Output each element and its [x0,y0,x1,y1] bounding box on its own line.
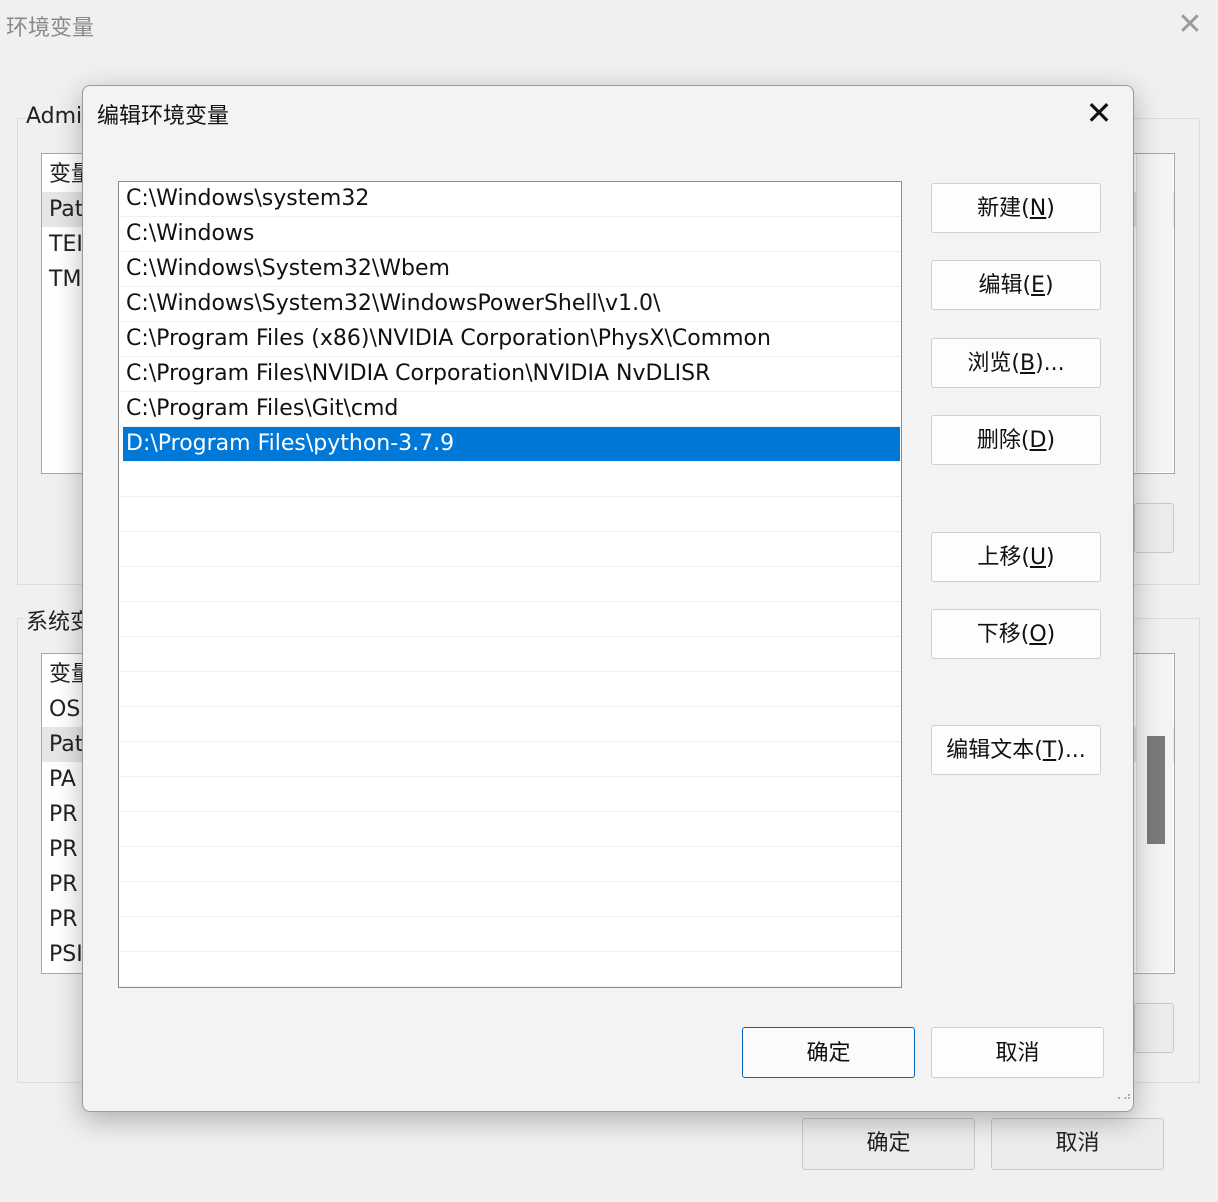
empty-row[interactable] [119,917,901,952]
empty-row[interactable] [119,847,901,882]
window-title: 环境变量 [6,16,95,41]
empty-row[interactable] [119,567,901,602]
path-item[interactable]: C:\Windows\system32 [119,182,901,217]
empty-row[interactable] [119,952,901,987]
button-label: 编辑文本( [946,738,1043,763]
dialog-titlebar[interactable]: 编辑环境变量 ✕ [83,86,1133,142]
path-item[interactable]: C:\Windows [119,217,901,252]
system-vars-button[interactable] [1134,1003,1174,1053]
path-item[interactable]: C:\Windows\System32\Wbem [119,252,901,287]
close-icon[interactable]: ✕ [1079,94,1119,134]
path-item[interactable]: C:\Program Files (x86)\NVIDIA Corporatio… [119,322,901,357]
path-item[interactable]: C:\Program Files\NVIDIA Corporation\NVID… [119,357,901,392]
empty-row[interactable] [119,532,901,567]
ok-button[interactable]: 确定 [802,1118,975,1170]
button-label: 上移( [977,545,1030,570]
empty-row[interactable] [119,882,901,917]
button-label-suffix: ) [1046,428,1056,453]
cancel-button[interactable]: 取消 [931,1027,1104,1078]
button-accelerator-key: U [1029,545,1047,570]
empty-row[interactable] [119,637,901,672]
new-button[interactable]: 新建(N) [931,183,1101,233]
close-icon[interactable]: ✕ [1172,10,1208,42]
button-label-suffix: ) [1046,622,1056,647]
browse-button[interactable]: 浏览(B)... [931,338,1101,388]
path-item[interactable]: D:\Program Files\python-3.7.9 [123,427,900,462]
button-label: 删除( [976,428,1030,453]
empty-row[interactable] [119,777,901,812]
button-label-suffix: )... [1035,351,1065,376]
button-accelerator-key: N [1029,196,1047,221]
button-accelerator-key: E [1031,273,1045,298]
button-label: 新建( [977,196,1030,221]
button-label: 编辑( [978,273,1032,298]
move-down-button[interactable]: 下移(O) [931,609,1101,659]
cancel-button[interactable]: 取消 [991,1118,1164,1170]
resize-grip-icon[interactable]: ⠠⠴ [1113,1090,1132,1108]
button-accelerator-key: T [1042,738,1057,763]
button-label: 浏览( [967,351,1020,376]
button-label-suffix: ) [1046,545,1055,570]
path-list[interactable]: C:\Windows\system32 C:\Windows C:\Windows\… [118,181,902,988]
button-label-suffix: )... [1056,738,1086,763]
button-label-suffix: ) [1044,273,1054,298]
path-item[interactable]: C:\Windows\System32\WindowsPowerShell\v1… [119,287,901,322]
move-up-button[interactable]: 上移(U) [931,532,1101,582]
empty-row[interactable] [119,602,901,637]
button-accelerator-key: D [1029,428,1047,453]
delete-button[interactable]: 删除(D) [931,415,1101,465]
scrollbar[interactable] [1136,154,1173,472]
scrollbar-thumb[interactable] [1147,736,1165,844]
path-item[interactable]: C:\Program Files\Git\cmd [119,392,901,427]
user-variables-label: Admi [26,104,83,129]
edit-environment-variable-dialog: 编辑环境变量 ✕ C:\Windows\system32 C:\Windows C:… [82,85,1134,1112]
empty-row[interactable] [119,742,901,777]
empty-row[interactable] [119,497,901,532]
edit-button[interactable]: 编辑(E) [931,260,1101,310]
empty-row[interactable] [119,462,901,497]
button-label: 下移( [976,622,1030,647]
edit-text-button[interactable]: 编辑文本(T)... [931,725,1101,775]
button-accelerator-key: O [1029,622,1047,647]
empty-row[interactable] [119,672,901,707]
button-label-suffix: ) [1046,196,1055,221]
ok-button[interactable]: 确定 [742,1027,915,1078]
user-vars-button[interactable] [1134,503,1174,553]
empty-row[interactable] [119,812,901,847]
empty-row[interactable] [119,707,901,742]
button-accelerator-key: B [1019,351,1036,376]
dialog-title: 编辑环境变量 [97,104,230,129]
